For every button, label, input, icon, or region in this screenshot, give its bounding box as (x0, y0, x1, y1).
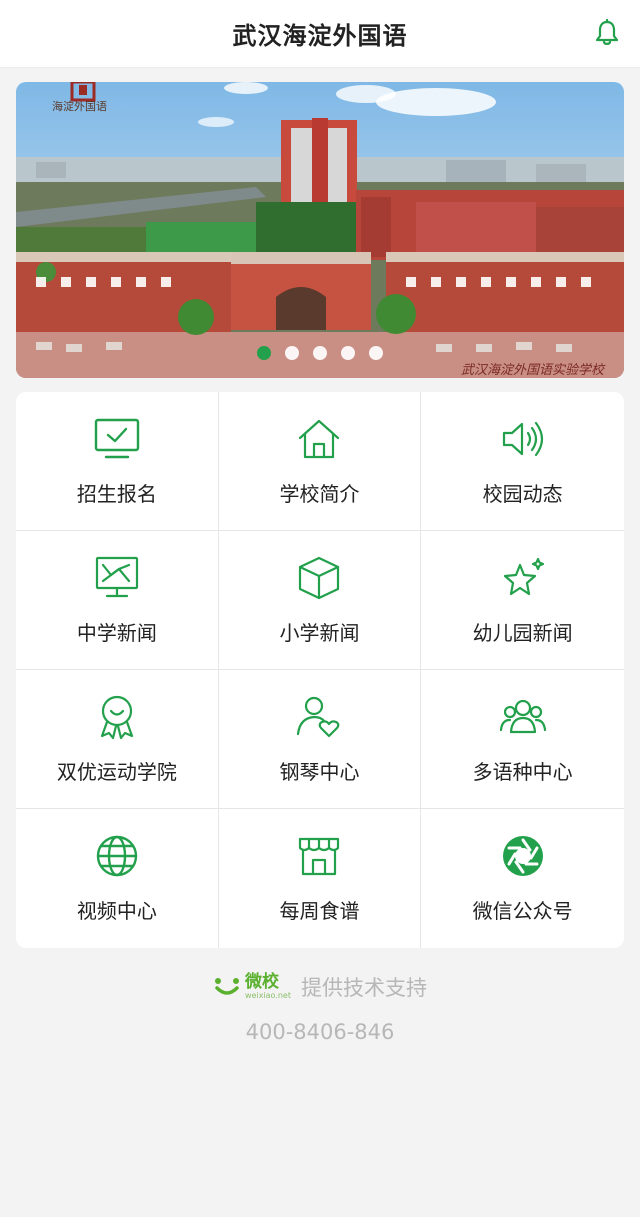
monitor-check-icon (94, 418, 140, 459)
support-row: 微校 weixiao.net 提供技术支持 (0, 972, 640, 1002)
menu-item-sports-academy[interactable]: 双优运动学院 (16, 670, 219, 809)
menu-item-label: 每周食谱 (279, 899, 360, 923)
page-title: 武汉海淀外国语 (232, 22, 408, 50)
support-phone[interactable]: 400-8406-846 (0, 1020, 640, 1044)
menu-item-label: 招生报名 (76, 482, 157, 506)
menu-item-label: 学校简介 (279, 482, 360, 506)
menu-item-label: 钢琴中心 (279, 760, 360, 784)
menu-item-campus-news[interactable]: 校园动态 (421, 392, 624, 531)
weixiao-logo[interactable]: 微校 weixiao.net (213, 974, 291, 1000)
award-ribbon-icon (100, 695, 133, 740)
globe-icon (96, 835, 138, 877)
menu-item-multilingual-center[interactable]: 多语种中心 (421, 670, 624, 809)
speaker-icon (502, 421, 543, 457)
menu-item-admission[interactable]: 招生报名 (16, 392, 219, 531)
stars-icon (503, 557, 544, 596)
brand-name: 微校 (245, 972, 279, 992)
menu-item-middle-school-news[interactable]: 中学新闻 (16, 531, 219, 670)
app-header: 武汉海淀外国语 (0, 0, 640, 68)
menu-item-label: 多语种中心 (472, 760, 573, 784)
user-heart-icon (297, 696, 340, 738)
banner-caption: 武汉海淀外国语实验学校 (460, 363, 604, 378)
carousel-dot[interactable] (257, 346, 271, 360)
carousel-dot[interactable] (313, 346, 327, 360)
menu-item-kindergarten-news[interactable]: 幼儿园新闻 (421, 531, 624, 670)
menu-grid: 招生报名 学校简介 校园动态 中学新闻 小学新闻 幼儿园新闻 双优运动学院 钢琴… (16, 392, 624, 948)
presentation-board-icon (95, 556, 138, 598)
menu-item-video-center[interactable]: 视频中心 (16, 809, 219, 948)
smile-icon (215, 978, 239, 995)
cube-icon (299, 556, 340, 600)
menu-item-primary-school-news[interactable]: 小学新闻 (218, 531, 422, 670)
menu-item-label: 双优运动学院 (56, 760, 177, 784)
brand-domain: weixiao.net (245, 991, 291, 1000)
shop-icon (299, 837, 340, 876)
bell-icon[interactable] (592, 18, 622, 48)
menu-item-piano-center[interactable]: 钢琴中心 (218, 670, 422, 809)
menu-item-label: 校园动态 (482, 482, 563, 506)
menu-item-wechat-account[interactable]: 微信公众号 (421, 809, 624, 948)
aperture-icon (502, 836, 543, 876)
support-text: 提供技术支持 (300, 976, 427, 1000)
menu-item-weekly-menu[interactable]: 每周食谱 (219, 809, 422, 948)
footer: 微校 weixiao.net 提供技术支持 400-8406-846 (0, 972, 640, 1044)
menu-item-label: 小学新闻 (279, 621, 360, 645)
menu-item-label: 幼儿园新闻 (472, 621, 573, 645)
banner-logo-text: 海淀外国语 (52, 100, 107, 113)
campus-photo (16, 82, 624, 378)
home-icon (299, 419, 340, 459)
carousel-dots (16, 346, 624, 360)
carousel-dot[interactable] (341, 346, 355, 360)
group-icon (499, 699, 546, 734)
menu-item-school-intro[interactable]: 学校简介 (218, 392, 422, 531)
menu-item-label: 视频中心 (76, 899, 157, 923)
banner-carousel[interactable]: 海淀外国语 武汉海淀外国语实验学校 (16, 82, 624, 378)
menu-item-label: 中学新闻 (76, 621, 157, 645)
carousel-dot[interactable] (285, 346, 299, 360)
carousel-dot[interactable] (369, 346, 383, 360)
menu-item-label: 微信公众号 (472, 899, 573, 923)
